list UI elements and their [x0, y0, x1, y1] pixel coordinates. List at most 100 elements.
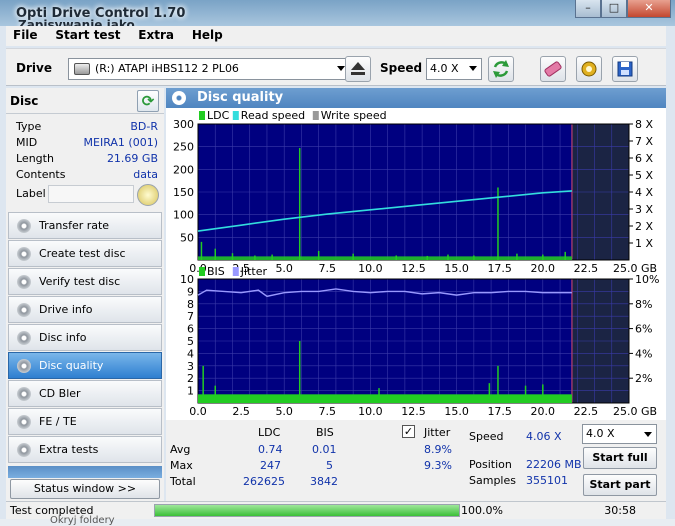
disc-icon	[17, 247, 31, 261]
disc-type-row: Type BD-R	[16, 120, 158, 136]
chart1-legend-swatch	[232, 111, 239, 120]
ldc-baseline	[198, 256, 572, 260]
disc-quality-charts: 0.0 2.5 5.0 7.5 10.0 12.5 15.0 17.5 20.0 22.5 25.0…	[166, 108, 666, 420]
chart1-y-left-tick-label: 50	[180, 231, 194, 244]
chart1-y-right-tick-label: 5 X	[635, 169, 653, 182]
disc-length-value: 21.69 GB	[106, 152, 158, 165]
chart1-x-tick-label: 22.5	[574, 262, 599, 275]
title-bar: Opti Drive Control 1.70 Zapisywanie jako…	[0, 0, 675, 32]
stats-col-ldc: LDC	[258, 426, 281, 439]
nav-create-test-disc[interactable]: Create test disc	[8, 240, 162, 267]
eraser-icon	[544, 61, 562, 77]
chart2-x-tick-label: 17.5	[487, 405, 512, 418]
chart1-x-tick-label: 12.5	[401, 262, 426, 275]
progress-fill	[155, 505, 459, 516]
disc-heading: Disc	[10, 94, 39, 108]
position-value: 22206 MB	[526, 458, 582, 471]
nav-transfer-rate[interactable]: Transfer rate	[8, 212, 162, 239]
chart2-y-right-tick-label: 6%	[635, 323, 652, 336]
chart2-x-tick-label: 22.5	[574, 405, 599, 418]
chart2-x-tick-label: 20.0	[531, 405, 556, 418]
chart2-x-tick-label: 10.0	[358, 405, 383, 418]
start-part-button[interactable]: Start part	[583, 474, 657, 496]
chart2-y-left-tick-label: 7	[187, 310, 194, 323]
speed-select[interactable]: 4.0 X	[426, 58, 482, 80]
save-button[interactable]	[612, 56, 638, 82]
nav-label: Disc quality	[39, 359, 104, 372]
nav-fe-te[interactable]: FE / TE	[8, 408, 162, 435]
chart1-y-left-tick-label: 200	[173, 163, 194, 176]
disc-contents-row: Contents data	[16, 168, 158, 184]
chart2-y-left-tick-label: 9	[187, 285, 194, 298]
progress-bar	[154, 504, 460, 517]
disc-mid-row: MID MEIRA1 (001)	[16, 136, 158, 152]
nav-drive-info[interactable]: Drive info	[8, 296, 162, 323]
chart2-y-right-tick-label: 8%	[635, 298, 652, 311]
disc-icon	[17, 359, 31, 373]
disc-type-key: Type	[16, 120, 42, 133]
status-window-button[interactable]: Status window >>	[10, 479, 160, 499]
disc-mid-value: MEIRA1 (001)	[83, 136, 158, 149]
nav-verify-test-disc[interactable]: Verify test disc	[8, 268, 162, 295]
nav-disc-info[interactable]: Disc info	[8, 324, 162, 351]
drive-value: (R:) ATAPI iHBS112 2 PL06	[95, 62, 239, 75]
menu-bar: File Start test Extra Help	[6, 26, 666, 46]
chart2-x-tick-label: 7.5	[319, 405, 337, 418]
chart2-x-tick-label: 15.0	[444, 405, 469, 418]
eject-button[interactable]	[345, 56, 371, 82]
menu-extra[interactable]: Extra	[131, 26, 181, 44]
stats-total-ldc: 262625	[243, 475, 285, 488]
maximize-button[interactable]: □	[601, 0, 627, 18]
chart2-y-right-tick-label: 4%	[635, 347, 652, 360]
settings-button[interactable]	[576, 56, 602, 82]
nav-extra-tests[interactable]: Extra tests	[8, 436, 162, 463]
chart2-x-tick-label: 25.0 GB	[613, 405, 657, 418]
chart2-x-tick-label: 12.5	[401, 405, 426, 418]
panel-title: Disc quality	[197, 90, 284, 105]
menu-file[interactable]: File	[6, 26, 45, 44]
chart2-y-left-tick-label: 3	[187, 360, 194, 373]
refresh-speed-button[interactable]	[488, 56, 514, 82]
chart1-y-left-tick-label: 300	[173, 118, 194, 131]
minimize-button[interactable]: –	[575, 0, 601, 18]
jitter-checkbox[interactable]: ✓	[402, 425, 415, 438]
chevron-down-icon	[469, 66, 477, 71]
stats-avg-jitter: 8.9%	[424, 443, 452, 456]
nav-label: Extra tests	[39, 443, 99, 456]
samples-label: Samples	[469, 474, 516, 487]
drive-icon	[74, 63, 90, 75]
stats-max-jitter: 9.3%	[424, 459, 452, 472]
nav-label: CD Bler	[39, 387, 81, 400]
stats-max-bis: 5	[326, 459, 333, 472]
tools-icon	[581, 61, 597, 77]
disc-icon	[17, 303, 31, 317]
chart1-x-tick-label: 17.5	[487, 262, 512, 275]
eject-icon	[351, 62, 365, 75]
apply-label-button[interactable]	[137, 184, 159, 206]
drive-select[interactable]: (R:) ATAPI iHBS112 2 PL06	[68, 58, 350, 80]
disc-icon	[17, 219, 31, 233]
refresh-disc-button[interactable]: ⟳	[137, 90, 159, 112]
speed-stat-label: Speed	[469, 430, 504, 443]
close-button[interactable]: ✕	[627, 0, 671, 18]
menu-start-test[interactable]: Start test	[48, 26, 127, 44]
menu-help[interactable]: Help	[185, 26, 230, 44]
chart2-y-left-tick-label: 1	[187, 385, 194, 398]
chart1-legend-label: LDC	[207, 109, 230, 122]
stats-max-ldc: 247	[260, 459, 281, 472]
erase-button[interactable]	[540, 56, 566, 82]
nav-label: Disc info	[39, 331, 87, 344]
chart1-legend-label: Read speed	[241, 109, 305, 122]
chart2-y-left-tick-label: 2	[187, 372, 194, 385]
start-full-button[interactable]: Start full	[583, 447, 657, 469]
nav-cd-bler[interactable]: CD Bler	[8, 380, 162, 407]
disc-label-field[interactable]	[48, 185, 134, 203]
nav-label: Create test disc	[39, 247, 126, 260]
nav-disc-quality[interactable]: Disc quality	[8, 352, 162, 379]
window-controls: – □ ✕	[575, 0, 671, 18]
chart1-x-tick-label: 10.0	[358, 262, 383, 275]
test-speed-select[interactable]: 4.0 X	[582, 424, 657, 444]
disc-quality-icon	[172, 91, 186, 105]
test-speed-value: 4.0 X	[586, 427, 615, 440]
speed-stat-value: 4.06 X	[526, 430, 562, 443]
